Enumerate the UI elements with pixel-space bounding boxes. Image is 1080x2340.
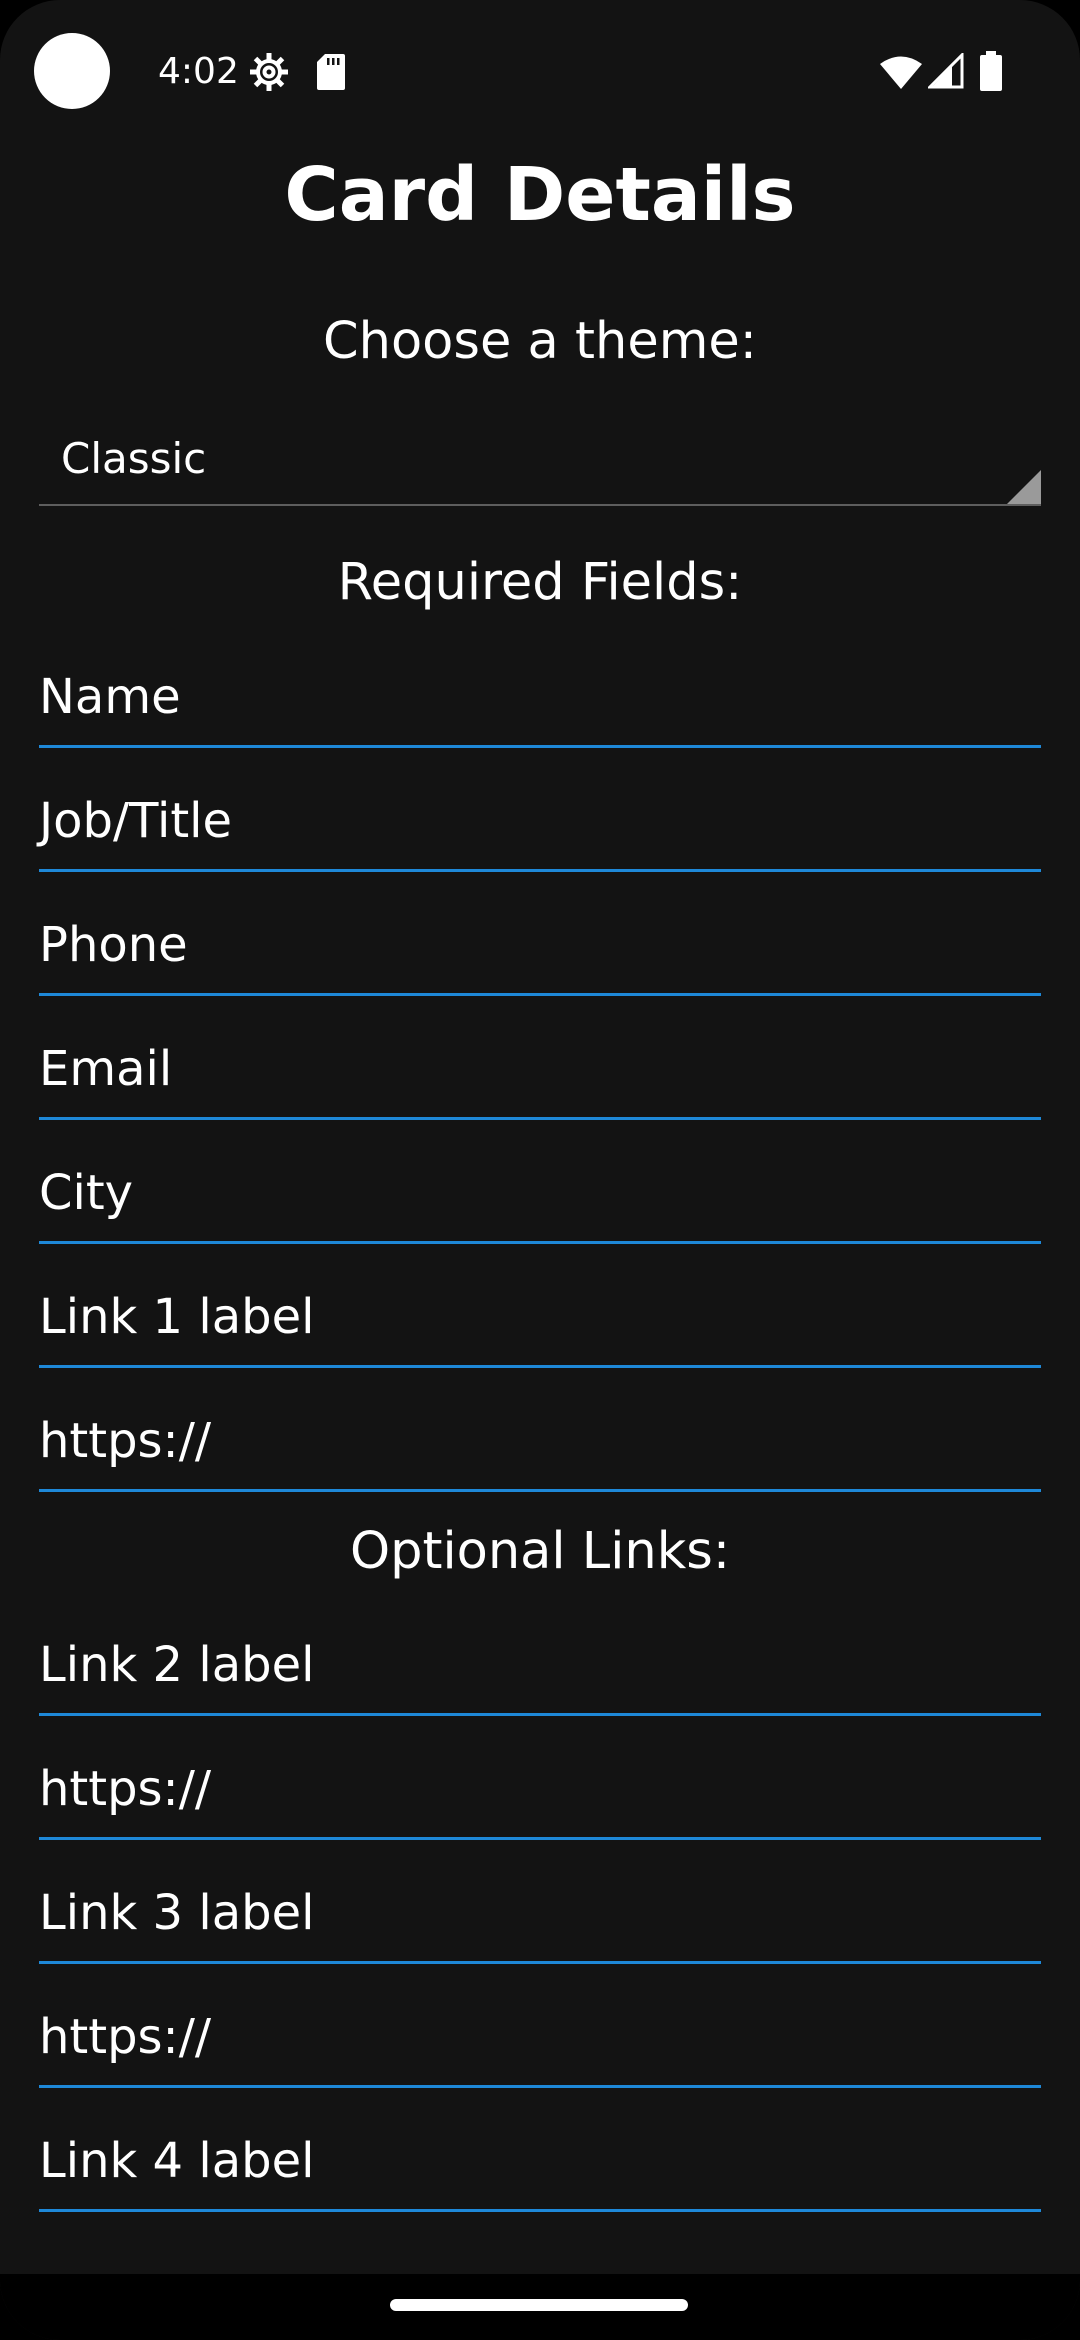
link1-url-field-value: https://: [39, 1413, 212, 1469]
link2-label-field-hint: Link 2 label: [39, 1637, 315, 1693]
camera-cutout: [34, 33, 110, 109]
name-field[interactable]: Name: [39, 665, 1041, 748]
link2-label-field[interactable]: Link 2 label: [39, 1633, 1041, 1716]
email-field[interactable]: Email: [39, 1037, 1041, 1120]
name-field-hint: Name: [39, 669, 181, 725]
required-fields-label: Required Fields:: [337, 553, 743, 612]
app-screen: 4:02 Card Details Choose a theme: Classi…: [0, 0, 1080, 2340]
link3-label-field[interactable]: Link 3 label: [39, 1881, 1041, 1964]
link3-label-field-hint: Link 3 label: [39, 1885, 315, 1941]
dropdown-arrow-icon: [1007, 470, 1041, 504]
email-field-hint: Email: [39, 1041, 173, 1097]
job-title-field[interactable]: Job/Title: [39, 789, 1041, 872]
link4-label-field[interactable]: Link 4 label: [39, 2129, 1041, 2212]
settings-gear-icon: [250, 53, 288, 91]
home-indicator[interactable]: [390, 2299, 688, 2311]
sd-card-icon: [317, 54, 345, 90]
link1-label-field[interactable]: Link 1 label: [39, 1285, 1041, 1368]
optional-links-label: Optional Links:: [349, 1522, 731, 1581]
status-bar: 4:02: [0, 0, 1080, 140]
link3-url-field-value: https://: [39, 2009, 212, 2065]
page-title: Card Details: [284, 152, 796, 238]
theme-label: Choose a theme:: [323, 312, 757, 371]
phone-field-hint: Phone: [39, 917, 188, 973]
link4-label-field-hint: Link 4 label: [39, 2133, 315, 2189]
cell-signal-icon: [928, 53, 964, 89]
link2-url-field-value: https://: [39, 1761, 212, 1817]
link1-url-field[interactable]: https://: [39, 1409, 1041, 1492]
phone-field[interactable]: Phone: [39, 913, 1041, 996]
city-field[interactable]: City: [39, 1161, 1041, 1244]
link3-url-field[interactable]: https://: [39, 2005, 1041, 2088]
status-time: 4:02: [158, 51, 239, 92]
job-title-field-hint: Job/Title: [39, 793, 233, 849]
link2-url-field[interactable]: https://: [39, 1757, 1041, 1840]
theme-selected-value: Classic: [61, 434, 207, 483]
link1-label-field-hint: Link 1 label: [39, 1289, 315, 1345]
battery-icon: [980, 51, 1002, 91]
theme-dropdown[interactable]: Classic: [39, 420, 1041, 506]
city-field-hint: City: [39, 1165, 134, 1221]
wifi-icon: [880, 56, 922, 89]
